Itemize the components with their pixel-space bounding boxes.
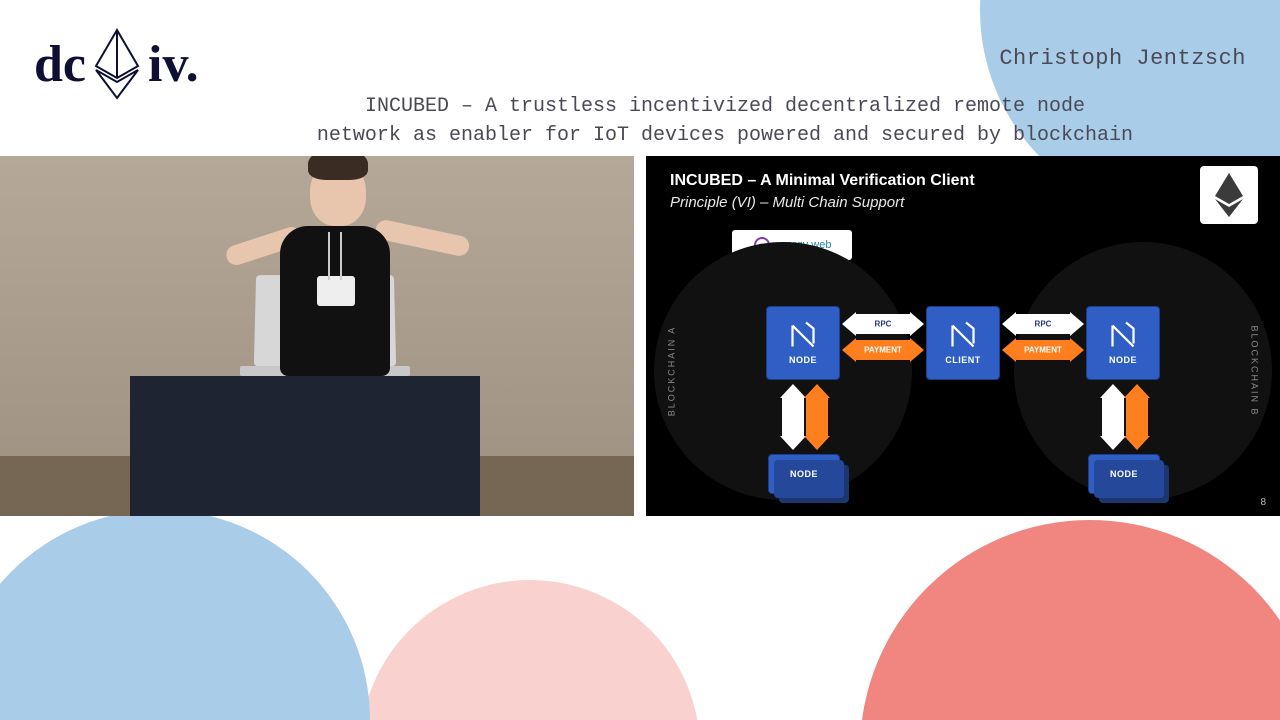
node-label: NODE xyxy=(1110,469,1138,479)
slide-title: INCUBED – A Minimal Verification Client xyxy=(670,172,975,190)
hair-icon xyxy=(308,156,368,180)
payment-arrow: PAYMENT xyxy=(842,340,924,360)
presenter xyxy=(225,156,425,376)
rpc-arrow: RPC xyxy=(842,314,924,334)
talk-title-line: network as enabler for IoT devices power… xyxy=(317,124,1133,147)
slide-subtitle: Principle (VI) – Multi Chain Support xyxy=(670,194,904,211)
camera-pane xyxy=(0,156,634,516)
node-stack-box: NODE xyxy=(1088,454,1160,494)
podium xyxy=(130,376,480,516)
client-label: CLIENT xyxy=(945,355,981,365)
blockchain-a-label: BLOCKCHAIN A xyxy=(666,326,676,417)
event-logo: dc iv. xyxy=(34,28,199,100)
slide-page-number: 8 xyxy=(1260,497,1266,508)
node-label: NODE xyxy=(789,355,817,365)
arrow-label: PAYMENT xyxy=(1002,346,1084,355)
logo-text-right: iv. xyxy=(148,35,199,94)
incubed-icon xyxy=(788,321,818,351)
bg-blob xyxy=(0,510,370,720)
arrow-label: PAYMENT xyxy=(842,346,924,355)
client-box: CLIENT xyxy=(926,306,1000,380)
incubed-icon xyxy=(1108,321,1138,351)
talk-title: INCUBED – A trustless incentivized decen… xyxy=(210,92,1240,150)
rpc-arrow: RPC xyxy=(1002,314,1084,334)
lanyard-icon xyxy=(328,232,342,280)
blockchain-b-label: BLOCKCHAIN B xyxy=(1249,325,1259,416)
node-label: NODE xyxy=(790,469,818,479)
sync-arrow xyxy=(1126,384,1148,450)
sync-arrow xyxy=(782,384,804,450)
sync-arrow xyxy=(1102,384,1124,450)
node-label: NODE xyxy=(1109,355,1137,365)
speaker-name: Christoph Jentzsch xyxy=(999,46,1246,71)
ethereum-icon xyxy=(94,28,140,100)
arrow-label: RPC xyxy=(842,320,924,329)
sync-arrow xyxy=(806,384,828,450)
slide-pane: INCUBED – A Minimal Verification Client … xyxy=(646,156,1280,516)
node-box: NODE xyxy=(766,306,840,380)
ethereum-icon xyxy=(1214,172,1244,218)
arrow-label: RPC xyxy=(1002,320,1084,329)
node-stack-box: NODE xyxy=(768,454,840,494)
node-box: NODE xyxy=(1086,306,1160,380)
bg-blob xyxy=(360,580,700,720)
header: dc iv. Christoph Jentzsch INCUBED – A tr… xyxy=(0,0,1280,156)
ethereum-badge xyxy=(1200,166,1258,224)
video-frame: dc iv. Christoph Jentzsch INCUBED – A tr… xyxy=(0,0,1280,720)
tshirt-logo-icon xyxy=(317,276,355,306)
incubed-icon xyxy=(948,321,978,351)
bg-blob xyxy=(860,520,1280,720)
logo-text-left: dc xyxy=(34,35,86,94)
content-row: INCUBED – A Minimal Verification Client … xyxy=(0,156,1280,516)
payment-arrow: PAYMENT xyxy=(1002,340,1084,360)
talk-title-line: INCUBED – A trustless incentivized decen… xyxy=(365,95,1085,118)
